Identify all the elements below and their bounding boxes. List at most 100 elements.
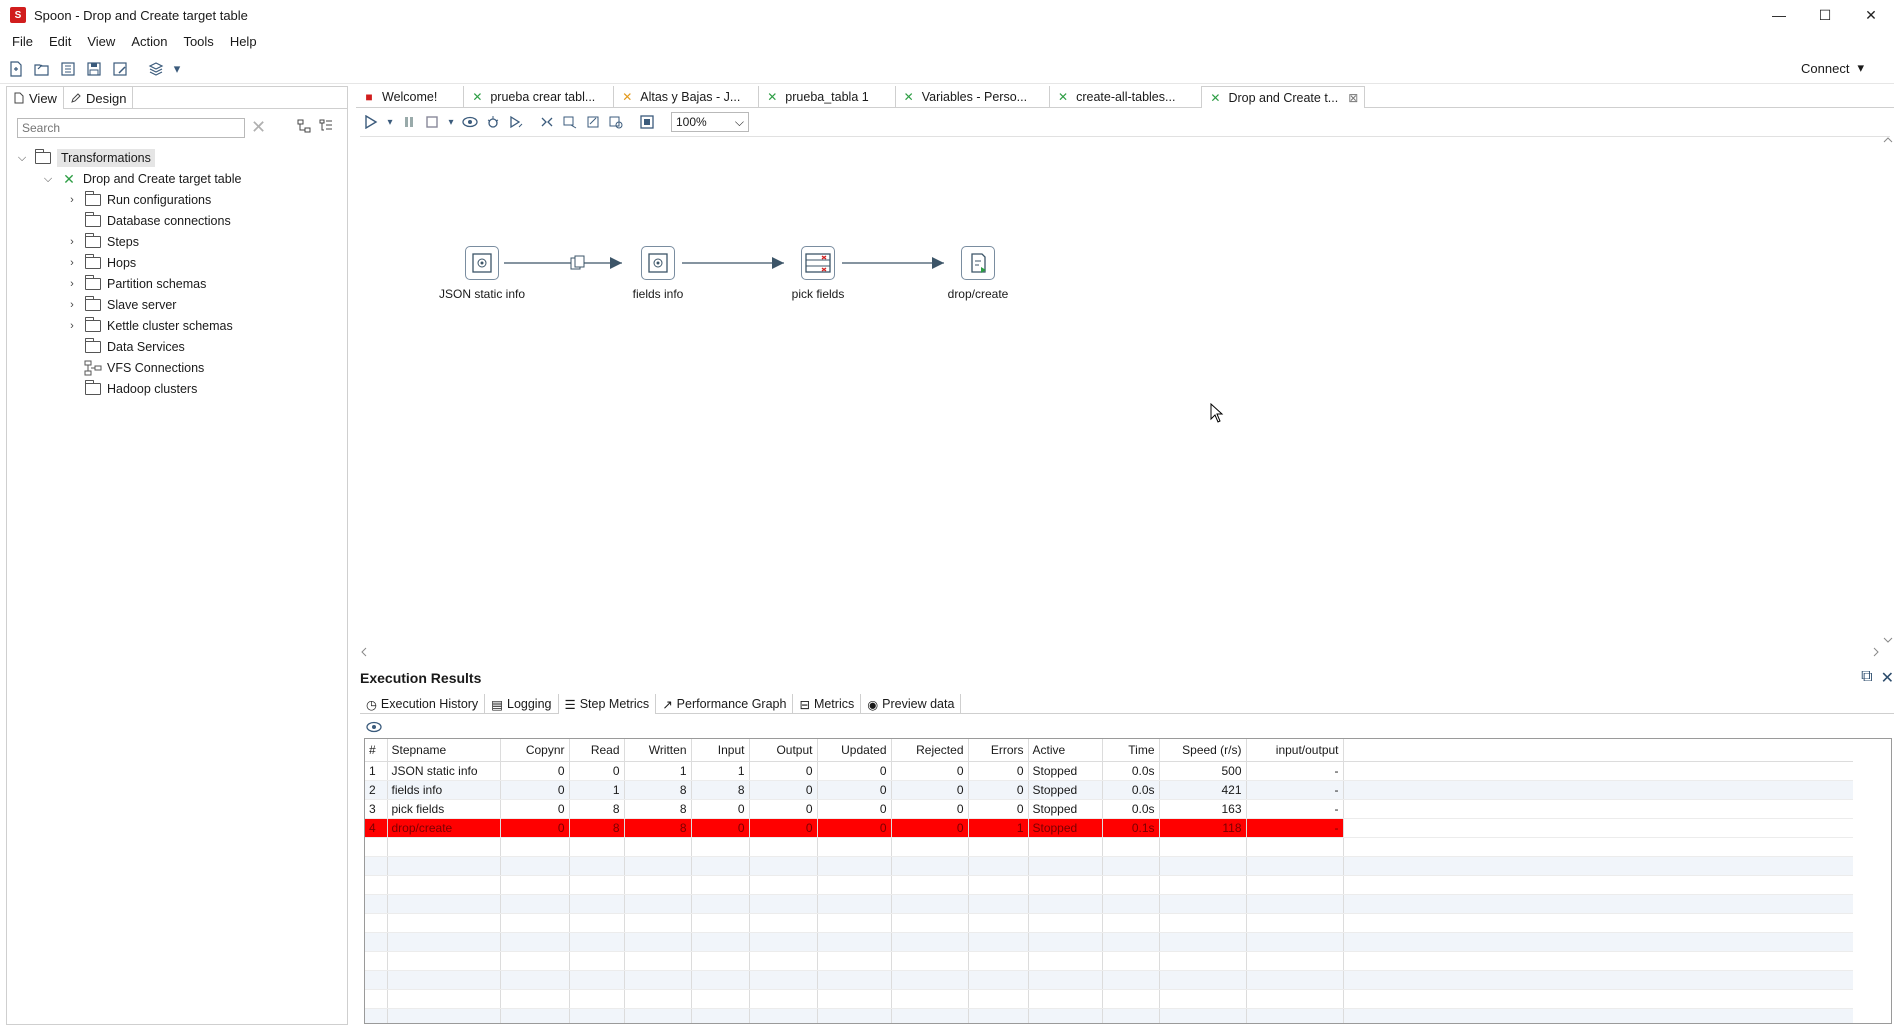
- menu-help[interactable]: Help: [224, 34, 263, 49]
- tab-design[interactable]: Design: [64, 87, 134, 109]
- verify-icon[interactable]: [538, 113, 556, 131]
- chevron-down-icon[interactable]: ⌵: [15, 152, 29, 165]
- vertical-scrollbar[interactable]: [1882, 136, 1894, 646]
- tree-item-hops[interactable]: › Hops: [65, 252, 136, 274]
- tree-item-data-services[interactable]: Data Services: [65, 336, 185, 358]
- menu-action[interactable]: Action: [125, 34, 173, 49]
- tree-item-hadoop-clusters[interactable]: Hadoop clusters: [65, 378, 197, 400]
- open-file-icon[interactable]: [32, 59, 52, 79]
- column-header[interactable]: Speed (r/s): [1159, 739, 1247, 762]
- column-header[interactable]: Updated: [817, 739, 892, 762]
- zoom-select[interactable]: 100% ⌵: [671, 112, 749, 132]
- column-header[interactable]: Stepname: [387, 739, 501, 762]
- collapse-tree-icon[interactable]: [297, 119, 311, 136]
- stop-options-dropdown-icon[interactable]: ▾: [446, 113, 456, 131]
- chevron-right-icon[interactable]: ›: [65, 236, 79, 248]
- connect-menu[interactable]: Connect ▾: [1801, 60, 1864, 76]
- column-header[interactable]: Input: [691, 739, 750, 762]
- chevron-down-icon[interactable]: ⌵: [41, 173, 55, 186]
- run-options-dropdown-icon[interactable]: ▾: [385, 113, 395, 131]
- run-icon[interactable]: [362, 113, 380, 131]
- tab-variables[interactable]: ✕ Variables - Perso...: [896, 86, 1051, 108]
- preview-icon[interactable]: [461, 113, 479, 131]
- column-header[interactable]: Copynr: [500, 739, 570, 762]
- tree-item-vfs-connections[interactable]: VFS Connections: [65, 357, 204, 379]
- maximize-panel-icon[interactable]: ⧉: [1861, 668, 1872, 688]
- show-results-icon[interactable]: [638, 113, 656, 131]
- table-row[interactable]: 1 JSON static info 0 0 1 1 0 0 0 0 Stopp…: [365, 761, 1853, 781]
- tree-item-transformations[interactable]: ⌵ Transformations: [15, 147, 155, 169]
- tree-item-partition-schemas[interactable]: › Partition schemas: [65, 273, 206, 295]
- sql-icon[interactable]: [584, 113, 602, 131]
- step-json-static-info[interactable]: [465, 246, 499, 280]
- tab-metrics[interactable]: ⊟ Metrics: [793, 694, 862, 714]
- save-icon[interactable]: [84, 59, 104, 79]
- save-as-icon[interactable]: [110, 59, 130, 79]
- tab-prueba-tabla-1[interactable]: ✕ prueba_tabla 1: [759, 86, 896, 108]
- pause-icon[interactable]: [400, 113, 418, 131]
- step-pick-fields[interactable]: [801, 246, 835, 280]
- menu-tools[interactable]: Tools: [177, 34, 219, 49]
- explore-repository-icon[interactable]: [58, 59, 78, 79]
- layers-icon[interactable]: [146, 59, 166, 79]
- explore-db-icon[interactable]: [607, 113, 625, 131]
- tree-item-slave-server[interactable]: › Slave server: [65, 294, 176, 316]
- tree-item-database-connections[interactable]: Database connections: [65, 210, 231, 232]
- tab-logging[interactable]: ▤ Logging: [485, 694, 559, 714]
- search-input[interactable]: [17, 117, 245, 138]
- table-row-error[interactable]: 4 drop/create 0 8 8 0 0 0 0 1 Stopped 0.…: [365, 818, 1853, 838]
- chevron-right-icon[interactable]: ›: [65, 299, 79, 311]
- tab-execution-history[interactable]: ◷ Execution History: [360, 694, 486, 714]
- menu-edit[interactable]: Edit: [43, 34, 77, 49]
- new-file-icon[interactable]: [6, 59, 26, 79]
- tab-welcome[interactable]: ■ Welcome!: [356, 86, 465, 108]
- stop-icon[interactable]: [423, 113, 441, 131]
- tree-item-transformation[interactable]: ⌵ ✕ Drop and Create target table: [41, 168, 242, 190]
- show-preview-icon[interactable]: [366, 720, 382, 736]
- horizontal-scrollbar[interactable]: [360, 646, 1880, 658]
- tab-performance-graph[interactable]: ↗ Performance Graph: [656, 694, 794, 714]
- maximize-button[interactable]: ☐: [1802, 0, 1848, 30]
- transformation-canvas[interactable]: JSON static info fields info pick fields…: [360, 136, 1890, 658]
- column-header[interactable]: Output: [749, 739, 818, 762]
- impact-icon[interactable]: [561, 113, 579, 131]
- menu-view[interactable]: View: [81, 34, 121, 49]
- clear-search-icon[interactable]: ✕: [251, 117, 266, 138]
- minimize-button[interactable]: —: [1756, 0, 1802, 30]
- column-header[interactable]: input/output: [1246, 739, 1344, 762]
- table-row[interactable]: 3 pick fields 0 8 8 0 0 0 0 0 Stopped 0.…: [365, 799, 1853, 819]
- chevron-right-icon[interactable]: ›: [65, 320, 79, 332]
- tab-create-all-tables[interactable]: ✕ create-all-tables...: [1050, 86, 1203, 108]
- close-button[interactable]: ✕: [1848, 0, 1894, 30]
- debug-icon[interactable]: [484, 113, 502, 131]
- table-row[interactable]: 2 fields info 0 1 8 8 0 0 0 0 Stopped 0.…: [365, 780, 1853, 800]
- tab-preview-data[interactable]: ◉ Preview data: [861, 694, 962, 714]
- tree-item-kettle-cluster-schemas[interactable]: › Kettle cluster schemas: [65, 315, 233, 337]
- column-header[interactable]: Written: [624, 739, 692, 762]
- chevron-right-icon[interactable]: ›: [65, 278, 79, 290]
- close-panel-icon[interactable]: ✕: [1881, 668, 1894, 688]
- tab-altas-y-bajas[interactable]: ✕ Altas y Bajas - J...: [614, 86, 760, 108]
- menu-file[interactable]: File: [6, 34, 39, 49]
- tab-drop-and-create[interactable]: ✕ Drop and Create t... ⊠: [1202, 86, 1366, 108]
- column-header[interactable]: #: [365, 739, 388, 762]
- column-header[interactable]: Read: [569, 739, 625, 762]
- step-metrics-grid[interactable]: # Stepname Copynr Read Written Input Out…: [364, 738, 1892, 1024]
- column-header[interactable]: Errors: [968, 739, 1029, 762]
- column-header[interactable]: Rejected: [891, 739, 969, 762]
- chevron-right-icon[interactable]: ›: [65, 257, 79, 269]
- column-header[interactable]: Active: [1028, 739, 1103, 762]
- close-tab-icon[interactable]: ⊠: [1348, 91, 1358, 105]
- tab-step-metrics[interactable]: ☰ Step Metrics: [558, 694, 657, 714]
- step-drop-create[interactable]: [961, 246, 995, 280]
- tab-prueba-crear-tabla[interactable]: ✕ prueba crear tabl...: [464, 86, 615, 108]
- tab-view[interactable]: View: [7, 87, 64, 109]
- layers-dropdown-icon[interactable]: ▾: [172, 59, 182, 79]
- column-header[interactable]: Time: [1102, 739, 1160, 762]
- tree-item-run-configurations[interactable]: › Run configurations: [65, 189, 211, 211]
- step-fields-info[interactable]: [641, 246, 675, 280]
- replay-icon[interactable]: [507, 113, 525, 131]
- tree-item-steps[interactable]: › Steps: [65, 231, 139, 253]
- chevron-right-icon[interactable]: ›: [65, 194, 79, 206]
- expand-tree-icon[interactable]: [319, 119, 333, 136]
